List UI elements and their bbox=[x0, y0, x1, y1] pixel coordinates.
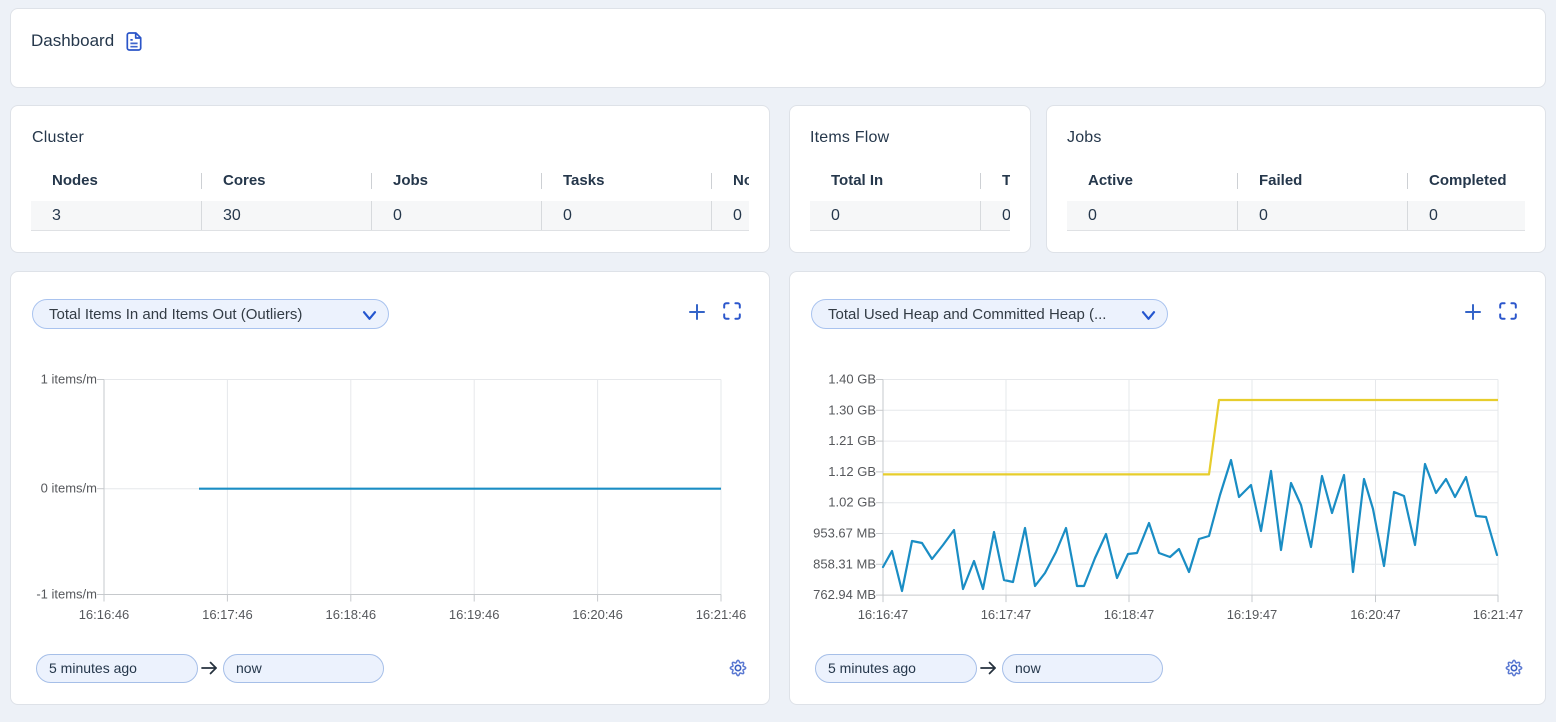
svg-text:1 items/m: 1 items/m bbox=[41, 372, 97, 387]
svg-text:-1 items/m: -1 items/m bbox=[36, 587, 97, 602]
svg-text:16:19:47: 16:19:47 bbox=[1227, 607, 1278, 622]
svg-text:762.94 MB: 762.94 MB bbox=[813, 587, 876, 602]
svg-text:1.02 GB: 1.02 GB bbox=[828, 495, 876, 510]
svg-text:16:19:46: 16:19:46 bbox=[449, 607, 500, 622]
svg-text:1.30 GB: 1.30 GB bbox=[828, 402, 876, 417]
svg-text:858.31 MB: 858.31 MB bbox=[813, 556, 876, 571]
svg-text:16:16:46: 16:16:46 bbox=[79, 607, 130, 622]
svg-text:16:18:47: 16:18:47 bbox=[1104, 607, 1155, 622]
svg-text:16:17:46: 16:17:46 bbox=[202, 607, 253, 622]
svg-text:16:21:46: 16:21:46 bbox=[696, 607, 747, 622]
svg-text:16:20:46: 16:20:46 bbox=[572, 607, 623, 622]
svg-text:16:20:47: 16:20:47 bbox=[1350, 607, 1401, 622]
svg-text:1.21 GB: 1.21 GB bbox=[828, 433, 876, 448]
svg-text:16:18:46: 16:18:46 bbox=[325, 607, 376, 622]
svg-text:16:17:47: 16:17:47 bbox=[981, 607, 1032, 622]
svg-text:16:16:47: 16:16:47 bbox=[858, 607, 909, 622]
svg-text:16:21:47: 16:21:47 bbox=[1473, 607, 1524, 622]
svg-text:1.40 GB: 1.40 GB bbox=[828, 372, 876, 387]
svg-text:0 items/m: 0 items/m bbox=[41, 481, 97, 496]
svg-text:1.12 GB: 1.12 GB bbox=[828, 464, 876, 479]
svg-text:953.67 MB: 953.67 MB bbox=[813, 526, 876, 541]
